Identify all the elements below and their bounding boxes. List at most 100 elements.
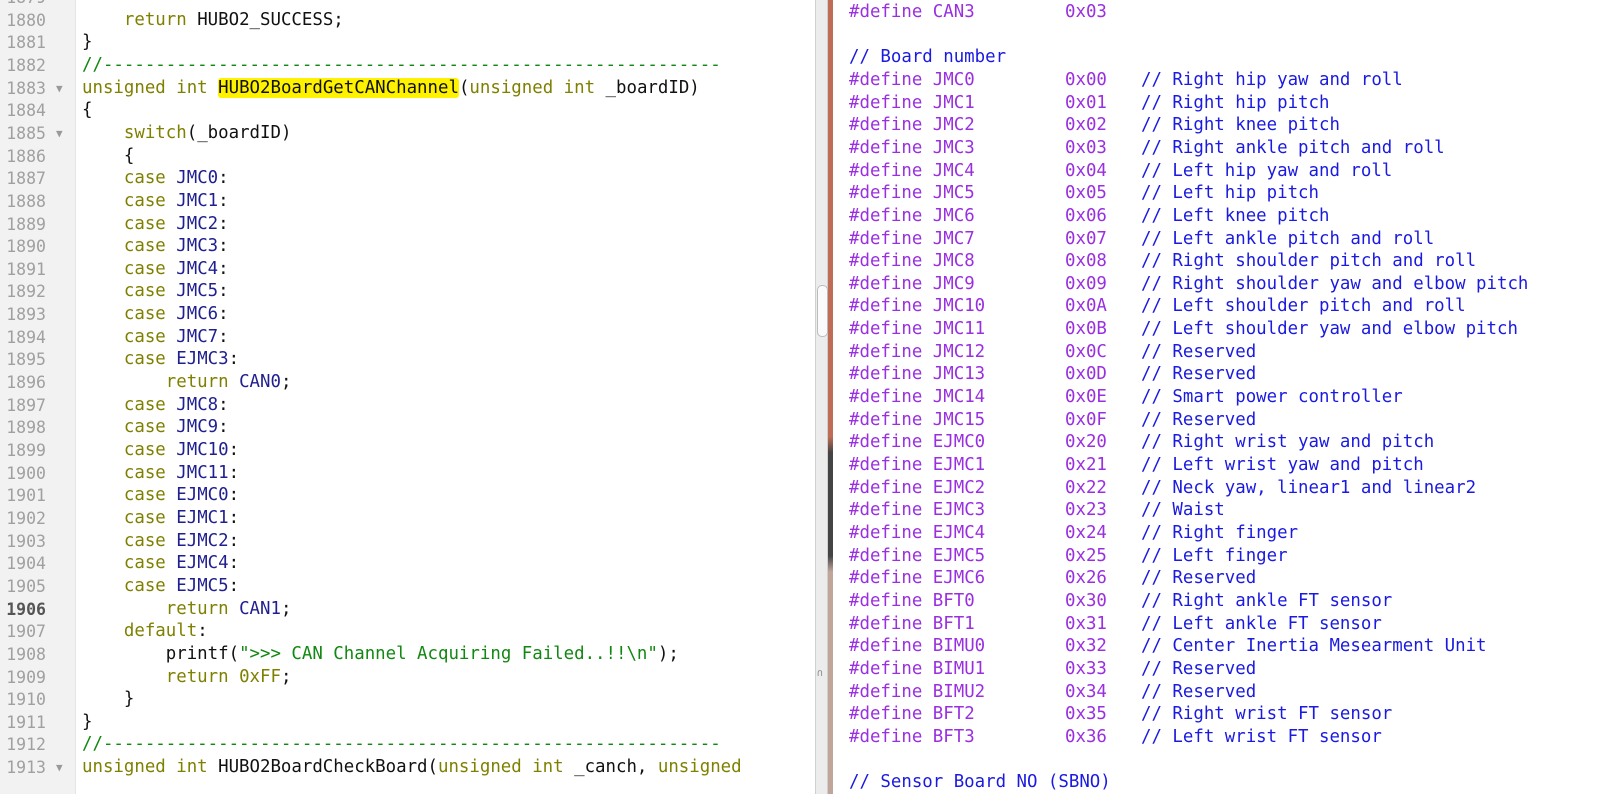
code-line[interactable]: 1890 case JMC3: bbox=[0, 235, 815, 258]
define-line[interactable]: #define EJMC4 0x24 // Right finger bbox=[849, 522, 1603, 545]
define-line[interactable]: #define JMC3 0x03 // Right ankle pitch and… bbox=[849, 137, 1603, 160]
define-line[interactable]: #define JMC8 0x08 // Right shoulder pitch … bbox=[849, 250, 1603, 273]
define-line[interactable] bbox=[849, 748, 1603, 771]
define-line[interactable]: #define BIMU1 0x33 // Reserved bbox=[849, 658, 1603, 681]
code-line[interactable]: 1908 printf(">>> CAN Channel Acquiring F… bbox=[0, 643, 815, 666]
define-line[interactable]: #define EJMC0 0x20 // Right wrist yaw and … bbox=[849, 431, 1603, 454]
macro-name: JMC6 bbox=[932, 205, 975, 226]
define-keyword: #define bbox=[849, 341, 923, 362]
code-line[interactable]: 1905 case EJMC5: bbox=[0, 575, 815, 598]
code-line[interactable]: 1891 case JMC4: bbox=[0, 258, 815, 281]
define-line[interactable]: // Sensor Board NO (SBNO) bbox=[849, 771, 1603, 794]
macro-comment: // Left knee pitch bbox=[1141, 205, 1330, 226]
code-line[interactable]: 1882 //----------------------------------… bbox=[0, 54, 815, 77]
macro-name: JMC9 bbox=[932, 273, 975, 294]
splitter-grip-icon[interactable]: ∩ bbox=[817, 668, 823, 679]
code-line[interactable]: 1913 ▼ unsigned int HUBO2BoardCheckBoard(u… bbox=[0, 756, 815, 779]
code-token: case bbox=[123, 575, 166, 596]
code-line[interactable]: 1903 case EJMC2: bbox=[0, 530, 815, 553]
code-line[interactable]: 1898 case JMC9: bbox=[0, 416, 815, 439]
line-number: 1880 bbox=[6, 10, 46, 30]
define-line[interactable]: #define JMC4 0x04 // Left hip yaw and roll bbox=[849, 160, 1603, 183]
fold-toggle-icon[interactable]: ▼ bbox=[56, 756, 63, 779]
define-directive: #define JMC5 bbox=[849, 182, 975, 205]
fold-toggle-icon[interactable]: ▼ bbox=[56, 77, 63, 100]
code-line[interactable]: 1893 case JMC6: bbox=[0, 303, 815, 326]
define-line[interactable]: #define BIMU2 0x34 // Reserved bbox=[849, 681, 1603, 704]
code-line[interactable]: 1887 case JMC0: bbox=[0, 167, 815, 190]
define-line[interactable] bbox=[849, 24, 1603, 47]
code-token: case bbox=[123, 213, 166, 234]
scrollbar-thumb[interactable] bbox=[817, 285, 828, 337]
define-line[interactable]: #define JMC5 0x05 // Left hip pitch bbox=[849, 182, 1603, 205]
code-line[interactable]: 1883 ▼ unsigned int HUBO2BoardGetCANChanne… bbox=[0, 77, 815, 100]
code-line[interactable]: 1897 case JMC8: bbox=[0, 394, 815, 417]
define-line[interactable]: #define EJMC5 0x25 // Left finger bbox=[849, 545, 1603, 568]
define-line[interactable]: #define JMC11 0x0B // Left shoulder yaw an… bbox=[849, 318, 1603, 341]
code-line[interactable]: 1901 case EJMC0: bbox=[0, 484, 815, 507]
code-line[interactable]: 1894 case JMC7: bbox=[0, 326, 815, 349]
define-line[interactable]: #define JMC2 0x02 // Right knee pitch bbox=[849, 114, 1603, 137]
line-number: 1883 bbox=[6, 78, 46, 98]
pane-splitter[interactable]: ∩ bbox=[815, 0, 828, 794]
define-line[interactable]: #define BFT3 0x36 // Left wrist FT sensor bbox=[849, 726, 1603, 749]
define-line[interactable]: #define BFT0 0x30 // Right ankle FT sensor bbox=[849, 590, 1603, 613]
define-line[interactable]: #define JMC10 0x0A // Left shoulder pitch … bbox=[849, 295, 1603, 318]
code-line[interactable]: 1884 { bbox=[0, 99, 815, 122]
code-line[interactable]: 1892 case JMC5: bbox=[0, 280, 815, 303]
define-line[interactable]: #define JMC6 0x06 // Left knee pitch bbox=[849, 205, 1603, 228]
code-line[interactable]: 1889 case JMC2: bbox=[0, 213, 815, 236]
code-token: ; bbox=[280, 598, 292, 619]
define-line[interactable]: #define JMC14 0x0E // Smart power controll… bbox=[849, 386, 1603, 409]
define-line[interactable]: #define JMC7 0x07 // Left ankle pitch and … bbox=[849, 228, 1603, 251]
code-token: case bbox=[123, 349, 166, 370]
define-keyword: #define bbox=[849, 477, 923, 498]
code-line[interactable]: 1896 return CAN0; bbox=[0, 371, 815, 394]
right-editor-pane[interactable]: #define CAN3 0x03// Board number #define J… bbox=[833, 0, 1603, 794]
line-number: 1897 bbox=[6, 395, 46, 415]
define-keyword: #define bbox=[849, 205, 923, 226]
code-line[interactable]: 1881} bbox=[0, 31, 815, 54]
define-line[interactable]: #define EJMC3 0x23 // Waist bbox=[849, 499, 1603, 522]
left-editor-pane[interactable]: 18791880 return HUBO2_SUCCESS;1881}1882/… bbox=[0, 0, 815, 794]
macro-name: JMC4 bbox=[932, 160, 975, 181]
define-line[interactable]: #define EJMC6 0x26 // Reserved bbox=[849, 567, 1603, 590]
code-line[interactable]: 1895 case EJMC3: bbox=[0, 348, 815, 371]
define-line[interactable]: #define BIMU0 0x32 // Center Inertia Mesea… bbox=[849, 635, 1603, 658]
code-line[interactable]: 1912 //----------------------------------… bbox=[0, 733, 815, 756]
define-directive: #define JMC15 bbox=[849, 409, 985, 432]
code-line[interactable]: 1907 default: bbox=[0, 620, 815, 643]
macro-comment: // Neck yaw, linear1 and linear2 bbox=[1141, 477, 1477, 498]
code-line[interactable]: 1900 case JMC11: bbox=[0, 462, 815, 485]
code-line[interactable]: 1902 case EJMC1: bbox=[0, 507, 815, 530]
code-line[interactable]: 1904 case EJMC4: bbox=[0, 552, 815, 575]
define-line[interactable]: #define EJMC2 0x22 // Neck yaw, linear1 an… bbox=[849, 477, 1603, 500]
define-line[interactable]: #define JMC9 0x09 // Right shoulder yaw an… bbox=[849, 273, 1603, 296]
code-line[interactable]: 1911} bbox=[0, 711, 815, 734]
code-line[interactable]: 1886 { bbox=[0, 145, 815, 168]
define-line[interactable]: #define JMC13 0x0D // Reserved bbox=[849, 363, 1603, 386]
define-line[interactable]: #define JMC1 0x01 // Right hip pitch bbox=[849, 92, 1603, 115]
define-keyword: #define bbox=[849, 522, 923, 543]
define-line[interactable]: #define JMC12 0x0C // Reserved bbox=[849, 341, 1603, 364]
code-line[interactable]: 1885 ▼ switch(_boardID) bbox=[0, 122, 815, 145]
define-line[interactable]: // Board number bbox=[849, 46, 1603, 69]
define-line[interactable]: #define BFT1 0x31 // Left ankle FT sensor bbox=[849, 613, 1603, 636]
define-line[interactable]: #define JMC0 0x00 // Right hip yaw and rol… bbox=[849, 69, 1603, 92]
code-line[interactable]: 1899 case JMC10: bbox=[0, 439, 815, 462]
line-number: 1906 bbox=[6, 599, 46, 619]
define-line[interactable]: #define CAN3 0x03 bbox=[849, 1, 1603, 24]
code-line[interactable]: 1906 return CAN1; bbox=[0, 598, 815, 621]
code-line[interactable]: 1910 } bbox=[0, 688, 815, 711]
fold-toggle-icon[interactable]: ▼ bbox=[56, 122, 63, 145]
code-line[interactable]: 1879 bbox=[0, 0, 815, 9]
define-line[interactable]: #define EJMC1 0x21 // Left wrist yaw and p… bbox=[849, 454, 1603, 477]
define-line[interactable]: #define JMC15 0x0F // Reserved bbox=[849, 409, 1603, 432]
code-line[interactable]: 1880 return HUBO2_SUCCESS; bbox=[0, 9, 815, 32]
code-line[interactable]: 1909 return 0xFF; bbox=[0, 666, 815, 689]
code-line[interactable]: 1888 case JMC1: bbox=[0, 190, 815, 213]
define-line[interactable]: #define BFT2 0x35 // Right wrist FT sensor bbox=[849, 703, 1603, 726]
